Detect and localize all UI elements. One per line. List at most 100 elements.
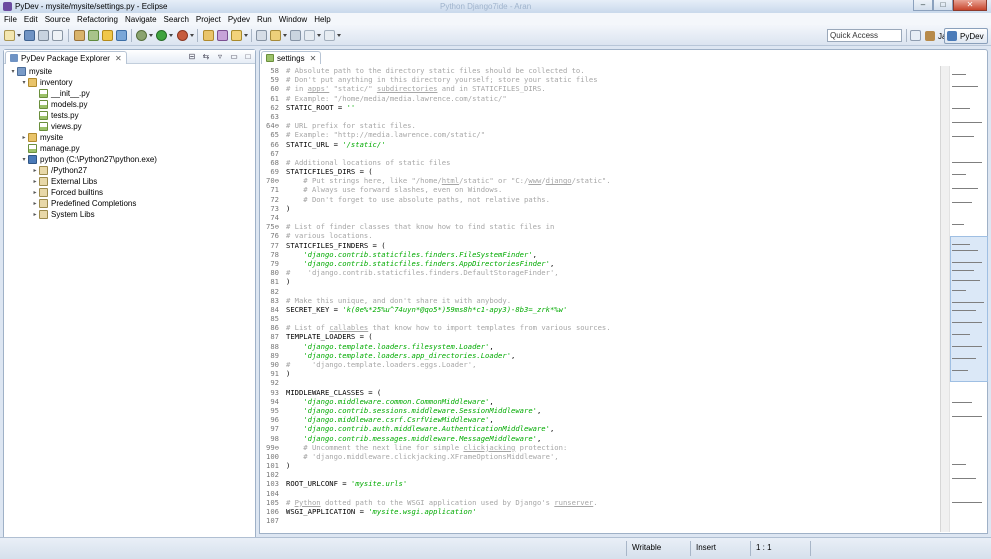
overview-line-marker [952, 270, 974, 271]
menu-window[interactable]: Window [275, 15, 310, 24]
code-line: 60 # in apps' "static/" subdirectories an… [260, 84, 940, 93]
tree-item[interactable]: ▸ mysite [20, 132, 63, 143]
tab-settings[interactable]: settings ✕ [261, 51, 322, 64]
line-number: 63 [270, 111, 279, 121]
forward-dropdown-icon[interactable] [337, 34, 341, 37]
code-text: 'django.contrib.sessions.middleware.Sess… [284, 406, 541, 415]
menu-edit[interactable]: Edit [20, 15, 41, 24]
menu-file[interactable]: File [0, 15, 20, 24]
menu-pydev[interactable]: Pydev [224, 15, 253, 24]
forward-icon[interactable] [324, 30, 335, 41]
open-folder-icon[interactable] [203, 30, 214, 41]
tree-item[interactable]: views.py [31, 121, 82, 132]
run-dropdown-icon[interactable] [169, 34, 173, 37]
python-interpreter-icon [28, 155, 37, 164]
menu-run[interactable]: Run [253, 15, 275, 24]
tree-item[interactable]: ▸ Forced builtins [31, 187, 103, 198]
expand-toggle-icon[interactable]: ▸ [31, 167, 39, 174]
maximize-button[interactable]: □ [933, 0, 953, 11]
tree-item[interactable]: ▸ External Libs [31, 176, 97, 187]
code-text: 'django.template.loaders.app_directories… [284, 351, 515, 360]
expand-toggle-icon[interactable]: ▾ [20, 156, 28, 163]
annotation-next-icon[interactable] [270, 30, 281, 41]
debug-icon[interactable] [136, 30, 147, 41]
new-dropdown-icon[interactable] [17, 34, 21, 37]
menu-project[interactable]: Project [192, 15, 224, 24]
link-with-editor-icon[interactable]: ⇆ [201, 52, 211, 62]
code-line: 81) [260, 277, 940, 286]
tree-item[interactable]: ▸ Predefined Completions [31, 198, 136, 209]
menu-source[interactable]: Source [41, 15, 73, 24]
code-token: 'django.contrib.messages.middleware.Mess… [303, 433, 537, 443]
overview-line-marker [952, 188, 978, 189]
tree-item[interactable]: __init__.py [31, 88, 90, 99]
last-edit-icon[interactable] [290, 30, 301, 41]
python-file-icon [39, 89, 48, 98]
view-menu-icon[interactable]: ▿ [215, 52, 225, 62]
code-text: # List of finder classes that know how t… [284, 222, 554, 231]
menu-help[interactable]: Help [310, 15, 333, 24]
code-text: # List of callables that know how to imp… [284, 323, 611, 332]
back-icon[interactable] [304, 30, 315, 41]
save-icon[interactable] [24, 30, 35, 41]
line-number: 64⊖ [266, 121, 279, 131]
expand-toggle-icon[interactable]: ▸ [31, 200, 39, 207]
code-overview-ruler[interactable] [949, 66, 988, 532]
minimize-view-icon[interactable]: ▭ [229, 52, 239, 62]
vertical-scrollbar[interactable] [940, 66, 949, 532]
code-text: # Example: "/home/media/media.lawrence.c… [284, 94, 507, 103]
expand-toggle-icon[interactable]: ▾ [9, 68, 17, 75]
menu-navigate[interactable]: Navigate [121, 15, 160, 24]
close-button[interactable]: ✕ [953, 0, 987, 11]
print-icon[interactable] [52, 30, 63, 41]
expand-toggle-icon[interactable]: ▸ [20, 134, 28, 141]
expand-toggle-icon[interactable]: ▸ [31, 178, 39, 185]
code-text: # Put strings here, like "/home/html/sta… [284, 176, 610, 185]
maximize-view-icon[interactable]: □ [243, 52, 253, 62]
tree-item[interactable]: ▸ System Libs [31, 209, 95, 220]
perspective-pydev[interactable]: PyDev [944, 28, 988, 44]
pydev-module-icon[interactable] [88, 30, 99, 41]
save-all-icon[interactable] [38, 30, 49, 41]
code-token: # Example: "http://media.lawrence.com/st… [286, 130, 486, 140]
code-editor[interactable]: 58 # Absolute path to the directory stati… [260, 66, 940, 532]
tree-item[interactable]: ▾ inventory [20, 77, 72, 88]
back-dropdown-icon[interactable] [317, 34, 321, 37]
tree-item[interactable]: ▾ mysite [9, 66, 52, 77]
tree-item[interactable]: models.py [31, 99, 87, 110]
menu-refactoring[interactable]: Refactoring [73, 15, 121, 24]
code-line: 90 # 'django.template.loaders.eggs.Loader… [260, 360, 940, 369]
close-icon[interactable]: ✕ [115, 54, 122, 63]
overview-viewport-thumb[interactable] [950, 236, 988, 382]
overview-line-marker [952, 174, 966, 175]
open-type-icon[interactable] [74, 30, 85, 41]
external-tools-dropdown-icon[interactable] [190, 34, 194, 37]
collapse-all-icon[interactable]: ⊟ [187, 52, 197, 62]
debug-dropdown-icon[interactable] [149, 34, 153, 37]
annotation-dropdown-icon[interactable] [283, 34, 287, 37]
tree-item[interactable]: manage.py [20, 143, 80, 154]
menu-search[interactable]: Search [160, 15, 192, 24]
tree-item[interactable]: tests.py [31, 110, 79, 121]
expand-toggle-icon[interactable]: ▸ [31, 211, 39, 218]
quick-access-input[interactable]: Quick Access [827, 29, 902, 42]
search-icon[interactable] [231, 30, 242, 41]
tree-item[interactable]: ▾ python (C:\Python27\python.exe) [20, 154, 157, 165]
pydev-package-icon[interactable] [116, 30, 127, 41]
search-dropdown-icon[interactable] [244, 34, 248, 37]
external-tools-icon[interactable] [177, 30, 188, 41]
expand-toggle-icon[interactable]: ▸ [31, 189, 39, 196]
toggle-mark-occurrences-icon[interactable] [256, 30, 267, 41]
tree-item[interactable]: ▸ /Python27 [31, 165, 87, 176]
new-icon[interactable] [4, 30, 15, 41]
tab-pydev-package-explorer[interactable]: PyDev Package Explorer ✕ [5, 51, 127, 64]
pydev-project-icon[interactable] [102, 30, 113, 41]
expand-toggle-icon[interactable]: ▾ [20, 79, 28, 86]
minimize-button[interactable]: – [913, 0, 933, 11]
open-perspective-icon[interactable] [910, 30, 921, 41]
open-console-icon[interactable] [217, 30, 228, 41]
run-icon[interactable] [156, 30, 167, 41]
line-number: 100 [266, 451, 279, 461]
close-icon[interactable]: ✕ [310, 54, 317, 63]
